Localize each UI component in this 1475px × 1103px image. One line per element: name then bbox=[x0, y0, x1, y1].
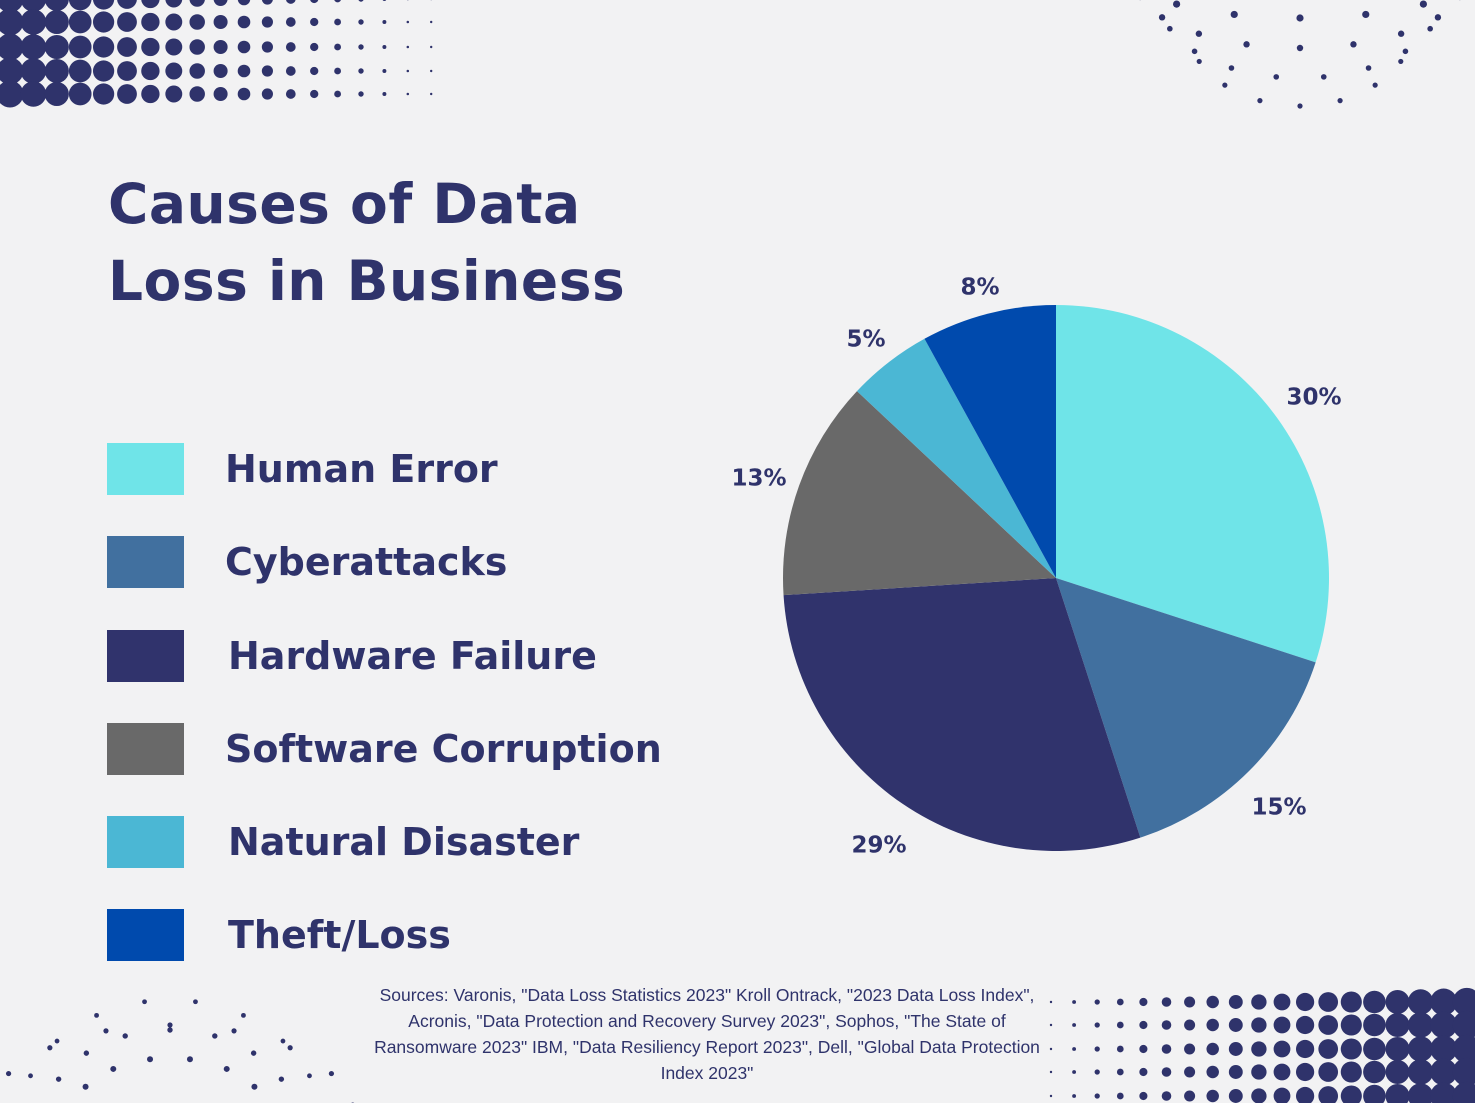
pie-slices bbox=[783, 305, 1329, 852]
pie-label-hardware-failure: 29% bbox=[851, 833, 906, 859]
pie-label-software-corruption: 13% bbox=[731, 466, 786, 492]
pie-label-theft-loss: 8% bbox=[960, 275, 999, 301]
pie-label-cyberattacks: 15% bbox=[1251, 795, 1306, 821]
pie-label-natural-disaster: 5% bbox=[846, 327, 885, 353]
pie-label-human-error: 30% bbox=[1286, 385, 1341, 411]
sources-footnote: Sources: Varonis, "Data Loss Statistics … bbox=[374, 985, 1040, 1083]
pie-chart: 30% 15% 29% 13% 5% 8% bbox=[731, 275, 1341, 859]
